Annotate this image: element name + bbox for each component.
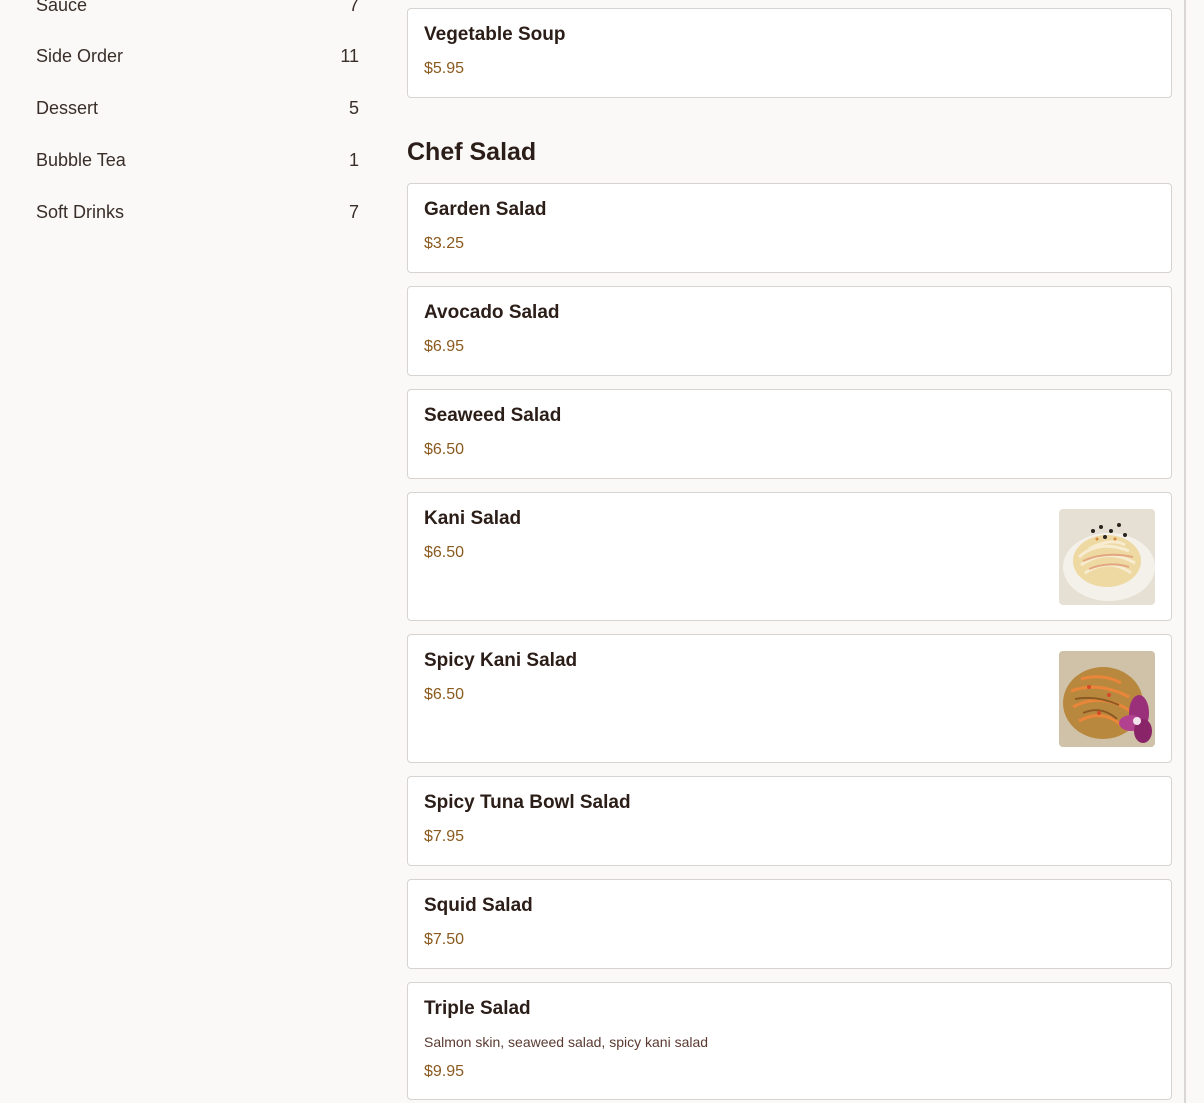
item-name: Spicy Tuna Bowl Salad: [424, 792, 631, 813]
menu-item-card-garden-salad[interactable]: Garden Salad $3.25: [407, 183, 1172, 273]
item-price: $7.50: [424, 931, 465, 948]
item-price: $3.25: [424, 235, 465, 252]
menu-item-card-kani-salad[interactable]: Kani Salad $6.50: [407, 492, 1172, 621]
item-name: Garden Salad: [424, 199, 547, 220]
category-count: 7: [348, 201, 359, 222]
item-name: Seaweed Salad: [424, 405, 562, 426]
item-name: Squid Salad: [424, 895, 533, 916]
item-name: Triple Salad: [424, 998, 531, 1019]
category-label: Soft Drinks: [36, 201, 125, 222]
item-price: $7.95: [424, 828, 465, 845]
category-count: 11: [340, 45, 359, 66]
item-name: Spicy Kani Salad: [424, 650, 578, 671]
section-title: Chef Salad: [407, 138, 537, 166]
menu-item-card-squid-salad[interactable]: Squid Salad $7.50: [407, 879, 1172, 969]
kani-salad-photo: [1059, 509, 1155, 605]
category-label: Sauce: [36, 0, 88, 15]
category-sidebar: Sauce 7 Side Order 11 Dessert 5 Bubble T…: [0, 0, 390, 1103]
menu-item-card-seaweed-salad[interactable]: Seaweed Salad $6.50: [407, 389, 1172, 479]
item-name: Vegetable Soup: [424, 24, 566, 45]
category-item-dessert[interactable]: Dessert 5: [36, 93, 359, 123]
category-count: 5: [348, 97, 359, 118]
item-price: $6.95: [424, 338, 465, 355]
category-item-soft-drinks[interactable]: Soft Drinks 7: [36, 197, 359, 227]
spicy-kani-salad-photo: [1059, 651, 1155, 747]
category-item-bubble-tea[interactable]: Bubble Tea 1: [36, 145, 359, 175]
menu-item-card-spicy-kani-salad[interactable]: Spicy Kani Salad $6.50: [407, 634, 1172, 763]
item-price: $5.95: [424, 60, 465, 77]
category-item-side-order[interactable]: Side Order 11: [36, 41, 359, 71]
item-price: $6.50: [424, 544, 465, 561]
menu-item-card-vegetable-soup[interactable]: Vegetable Soup $5.95: [407, 8, 1172, 98]
category-item-sauce[interactable]: Sauce 7: [36, 0, 359, 20]
item-price: $9.95: [424, 1063, 465, 1080]
menu-item-card-spicy-tuna-bowl-salad[interactable]: Spicy Tuna Bowl Salad $7.95: [407, 776, 1172, 866]
item-name: Kani Salad: [424, 508, 522, 529]
category-label: Side Order: [36, 45, 124, 66]
category-label: Bubble Tea: [36, 149, 126, 170]
item-description: Salmon skin, seaweed salad, spicy kani s…: [424, 1034, 709, 1050]
menu-item-card-avocado-salad[interactable]: Avocado Salad $6.95: [407, 286, 1172, 376]
item-price: $6.50: [424, 686, 465, 703]
scrollbar[interactable]: [1184, 0, 1186, 1103]
category-count: 1: [348, 149, 359, 170]
menu-item-card-triple-salad[interactable]: Triple Salad Salmon skin, seaweed salad,…: [407, 982, 1172, 1100]
menu-list: Vegetable Soup $5.95 Chef Salad Garden S…: [407, 0, 1172, 1103]
item-price: $6.50: [424, 441, 465, 458]
category-count: 7: [348, 0, 359, 15]
item-name: Avocado Salad: [424, 302, 560, 323]
category-label: Dessert: [36, 97, 99, 118]
